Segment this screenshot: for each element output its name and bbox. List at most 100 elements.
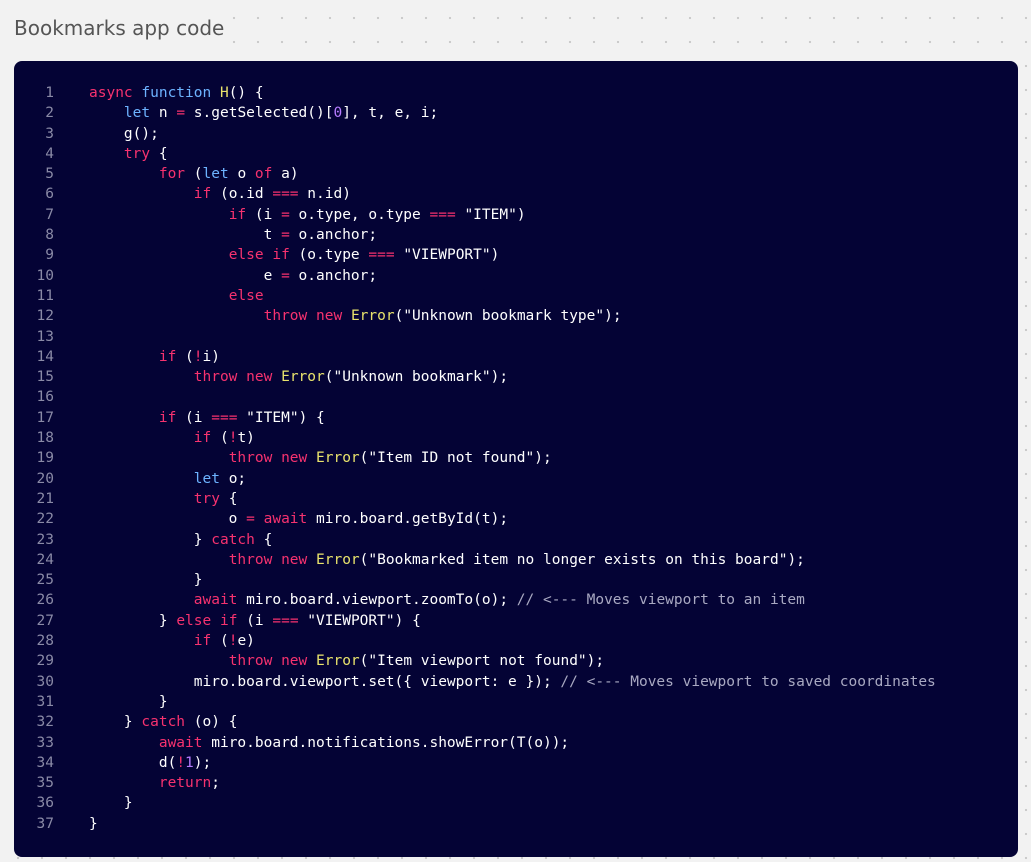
line-code: if (i = o.type, o.type === "ITEM") xyxy=(89,205,526,225)
line-code: throw new Error("Bookmarked item no long… xyxy=(89,550,805,570)
code-token: if xyxy=(272,247,290,264)
code-token: g(); xyxy=(89,125,159,142)
code-line: 35 return; xyxy=(14,773,1018,793)
code-line: 6 if (o.id === n.id) xyxy=(14,184,1018,204)
code-token: if xyxy=(158,409,177,426)
code-token: } xyxy=(89,612,177,629)
line-number: 32 xyxy=(36,714,54,731)
code-token: return xyxy=(158,775,212,792)
line-number: 27 xyxy=(36,612,54,629)
code-token: of xyxy=(254,166,273,183)
code-token: if xyxy=(193,633,212,650)
code-token: new xyxy=(281,551,308,568)
line-code: } xyxy=(89,692,168,712)
code-token: if xyxy=(193,430,212,447)
code-line: 10 e = o.anchor; xyxy=(14,266,1018,286)
code-token: ( xyxy=(176,348,194,365)
code-token: new xyxy=(316,308,343,325)
code-token: === xyxy=(272,186,299,203)
code-block[interactable]: 1 async function H() {2 let n = s.getSele… xyxy=(14,61,1018,857)
code-token: if xyxy=(193,186,212,203)
line-code: return; xyxy=(89,773,220,793)
code-token: Error xyxy=(281,369,325,386)
code-token: await xyxy=(263,511,308,528)
code-line: 11 else xyxy=(14,286,1018,306)
code-token: (o) { xyxy=(185,714,238,731)
code-token: catch xyxy=(211,531,255,548)
code-token: s.getSelected()[ xyxy=(185,105,334,122)
code-token: ! xyxy=(176,754,186,771)
code-token: throw xyxy=(263,308,308,325)
code-token: = xyxy=(281,206,290,223)
code-token: (o.id xyxy=(211,186,273,203)
line-number: 20 xyxy=(36,470,54,487)
code-token: a) xyxy=(272,166,299,183)
line-code: try { xyxy=(89,144,168,164)
code-token: ], t, e, i; xyxy=(342,105,439,122)
code-token: new xyxy=(281,450,308,467)
code-line: 7 if (i = o.type, o.type === "ITEM") xyxy=(14,205,1018,225)
code-token: if xyxy=(228,206,247,223)
line-code: throw new Error("Unknown bookmark"); xyxy=(89,367,508,387)
code-token: Error xyxy=(350,308,395,325)
frame-title[interactable]: Bookmarks app code xyxy=(6,12,233,44)
code-token: o.type, o.type xyxy=(289,206,430,223)
line-number: 24 xyxy=(36,551,54,568)
code-token: new xyxy=(246,369,273,386)
code-token: Error xyxy=(316,450,360,467)
code-line: 9 else if (o.type === "VIEWPORT") xyxy=(14,245,1018,265)
line-number: 25 xyxy=(36,572,54,589)
code-line: 28 if (!e) xyxy=(14,631,1018,651)
code-token: ); xyxy=(490,369,509,386)
code-token: else xyxy=(228,287,264,304)
line-number: 26 xyxy=(36,592,54,609)
code-token: ); xyxy=(586,653,605,670)
line-code: } catch { xyxy=(89,530,273,550)
code-token: miro.board.viewport.set({ viewport: e })… xyxy=(89,673,561,690)
line-code: o = await miro.board.getById(t); xyxy=(89,509,508,529)
code-token: ) xyxy=(490,247,500,264)
code-token: let xyxy=(123,105,151,122)
code-token: else xyxy=(228,247,264,264)
line-number: 35 xyxy=(36,775,54,792)
code-token: d( xyxy=(89,754,177,771)
code-line: 14 if (!i) xyxy=(14,347,1018,367)
code-token: } xyxy=(89,795,133,812)
line-code: await miro.board.notifications.showError… xyxy=(89,733,569,753)
code-token: "VIEWPORT" xyxy=(403,247,491,264)
line-number: 37 xyxy=(36,815,54,832)
line-code: if (!t) xyxy=(89,428,255,448)
code-token: = xyxy=(281,267,290,284)
code-token: (i xyxy=(176,409,212,426)
code-token: "Item viewport not found" xyxy=(368,653,587,670)
line-number: 1 xyxy=(45,85,54,101)
code-line: 30 miro.board.viewport.set({ viewport: e… xyxy=(14,672,1018,692)
code-line: 20 let o; xyxy=(14,469,1018,489)
line-number: 16 xyxy=(36,389,54,406)
line-code: throw new Error("Item viewport not found… xyxy=(89,651,604,671)
code-token: ) { xyxy=(298,409,325,426)
code-token: ); xyxy=(787,551,805,568)
code-line: 32 } catch (o) { xyxy=(14,712,1018,732)
code-token: miro.board.notifications.showError(T(o))… xyxy=(202,734,570,751)
code-token: "Unknown bookmark" xyxy=(333,369,491,386)
code-token: try xyxy=(123,145,151,162)
line-code: throw new Error("Item ID not found"); xyxy=(89,448,552,468)
code-token: "Item ID not found" xyxy=(368,450,535,467)
code-line: 15 throw new Error("Unknown bookmark"); xyxy=(14,367,1018,387)
code-token: try xyxy=(193,490,220,507)
code-token: { xyxy=(254,531,273,548)
code-token: { xyxy=(219,490,238,507)
line-number: 7 xyxy=(45,206,54,223)
line-number: 3 xyxy=(45,125,54,142)
